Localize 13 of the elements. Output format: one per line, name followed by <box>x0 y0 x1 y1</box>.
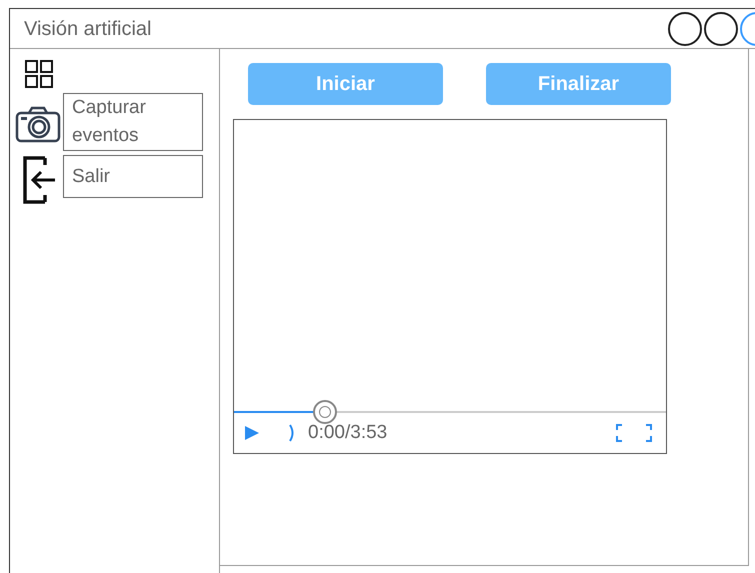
time-display: 0:00/3:53 <box>308 420 388 445</box>
seek-track[interactable] <box>234 400 666 424</box>
play-icon[interactable] <box>244 425 260 441</box>
window-control[interactable] <box>704 12 738 46</box>
menu-item[interactable]: Salir <box>63 155 203 198</box>
window-control[interactable] <box>668 12 702 46</box>
volume-icon[interactable] <box>288 423 296 443</box>
seek-thumb[interactable] <box>312 400 337 424</box>
menu-item[interactable]: Capturar eventos <box>63 93 203 151</box>
window-title: Visión artificial <box>24 16 152 42</box>
grid-icon[interactable] <box>24 59 54 89</box>
fullscreen-icon[interactable] <box>616 424 652 442</box>
camera-icon <box>15 105 61 143</box>
